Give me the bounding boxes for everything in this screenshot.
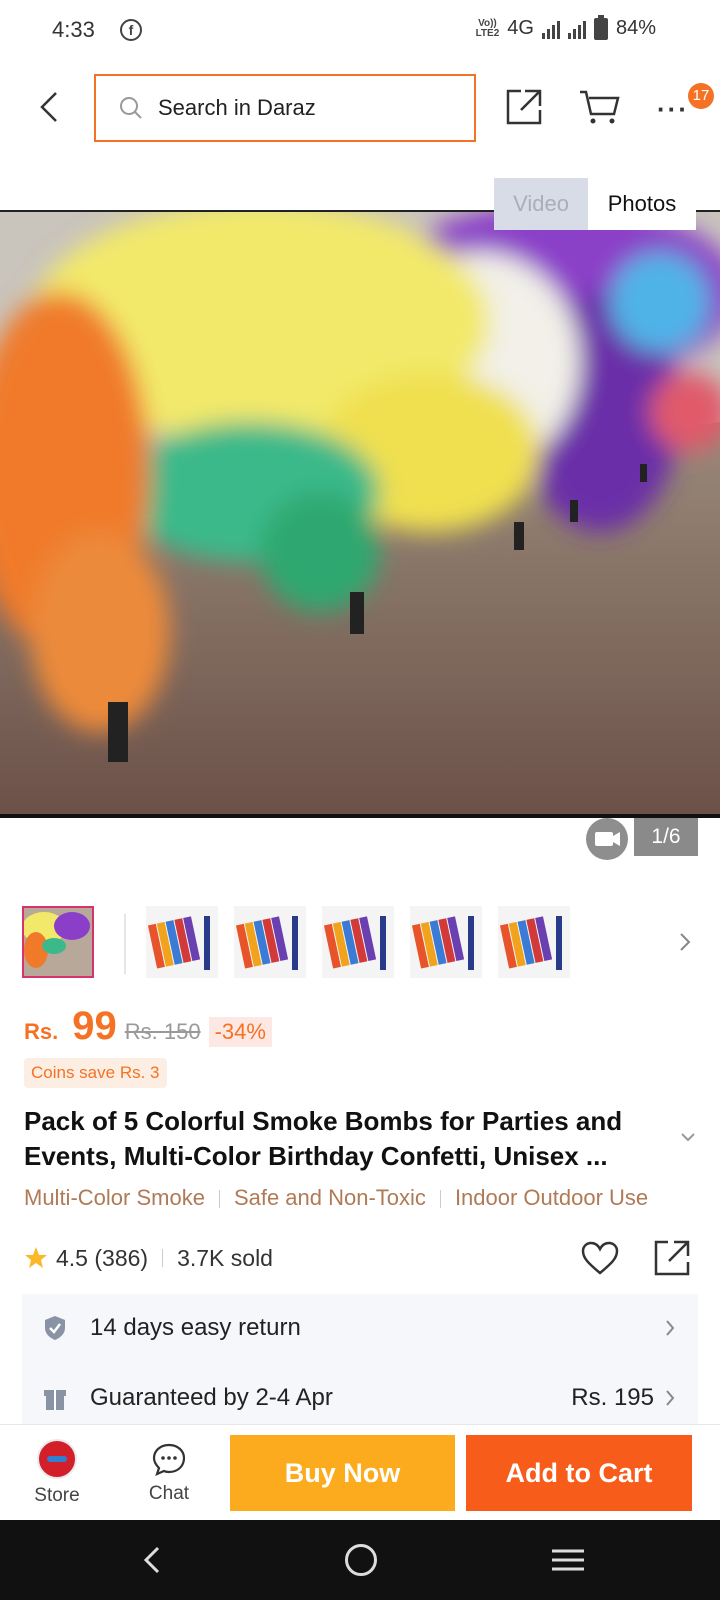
chat-label: Chat [148, 1483, 190, 1504]
tag-item[interactable]: Multi-Color Smoke [24, 1185, 205, 1210]
lte-label: LTE2 [475, 27, 500, 39]
chevron-down-icon[interactable] [678, 1130, 698, 1144]
bottom-action-bar: Store Chat Buy Now Add to Cart [0, 1424, 720, 1520]
rating-divider [162, 1249, 164, 1267]
rating-row[interactable]: 4.5 (386) 3.7K sold [24, 1238, 273, 1278]
nav-recents-icon[interactable] [552, 1548, 584, 1572]
original-price: Rs. 150 [124, 1019, 201, 1044]
product-image[interactable] [0, 210, 720, 818]
video-play-icon[interactable] [586, 818, 628, 860]
signal-icon-2 [567, 19, 586, 39]
image-counter: 1/6 [634, 818, 698, 856]
store-logo [37, 1439, 77, 1479]
network-type: 4G [507, 17, 534, 39]
back-icon[interactable] [36, 90, 64, 124]
chat-icon [152, 1443, 186, 1476]
thumbnail-divider [124, 914, 126, 974]
tag-divider [439, 1190, 441, 1209]
search-bar[interactable] [94, 74, 476, 142]
chat-button[interactable]: Chat [134, 1439, 204, 1505]
search-input[interactable] [158, 95, 438, 121]
facebook-icon: f [120, 19, 142, 41]
return-policy-text: 14 days easy return [90, 1314, 301, 1341]
rating-value: 4.5 [56, 1244, 88, 1271]
price-currency: Rs. [24, 1019, 59, 1044]
delivery-text: Guaranteed by 2-4 Apr [90, 1384, 333, 1411]
status-indicators: Vo)) LTE2 4G 84% [475, 14, 656, 40]
review-count: (386) [94, 1244, 149, 1271]
coins-badge[interactable]: Coins save Rs. 3 [24, 1058, 167, 1088]
thumbnail-6[interactable] [498, 906, 570, 978]
product-tags: Multi-Color Smoke Safe and Non-Toxic Indoo… [24, 1185, 700, 1219]
return-policy-row[interactable]: 14 days easy return [22, 1294, 698, 1362]
volte-label: Vo)) [478, 17, 497, 29]
smoke-bombs-photo [0, 212, 720, 814]
top-header: ··· 17 [0, 70, 720, 144]
thumbnail-2[interactable] [146, 906, 218, 978]
media-tabs: Video Photos [494, 178, 696, 230]
battery-level: 84% [615, 17, 656, 39]
price-row: Rs. 99 Rs. 150 -34% [24, 1004, 272, 1050]
more-icon[interactable]: ··· [657, 94, 689, 125]
search-icon [120, 97, 142, 119]
share-icon[interactable] [652, 1238, 692, 1278]
nav-back-icon[interactable] [140, 1544, 164, 1576]
store-button[interactable]: Store [22, 1439, 92, 1507]
delivery-fee-group: Rs. 195 [571, 1384, 676, 1412]
status-time: 4:33 [52, 17, 95, 42]
return-chevron [664, 1318, 676, 1338]
thumbnail-strip [22, 906, 698, 982]
gift-icon [44, 1390, 66, 1410]
chevron-right-icon [666, 1320, 675, 1336]
thumbnail-5[interactable] [410, 906, 482, 978]
sold-count: 3.7K sold [177, 1244, 273, 1271]
tag-item[interactable]: Indoor Outdoor Use [455, 1185, 648, 1210]
add-to-cart-button[interactable]: Add to Cart [466, 1435, 692, 1511]
cart-badge: 17 [688, 83, 714, 109]
volte-indicator: Vo)) LTE2 [475, 17, 500, 39]
discount-badge: -34% [208, 1017, 272, 1047]
star-icon [25, 1247, 47, 1268]
nav-home-icon[interactable] [345, 1544, 377, 1576]
tab-photos[interactable]: Photos [588, 178, 696, 230]
share-icon[interactable] [505, 88, 543, 126]
tag-divider [218, 1190, 220, 1209]
shield-icon [45, 1316, 65, 1340]
product-title[interactable]: Pack of 5 Colorful Smoke Bombs for Parti… [24, 1104, 674, 1174]
thumbnail-4[interactable] [322, 906, 394, 978]
thumbnail-1[interactable] [22, 906, 94, 978]
signal-icon [541, 19, 560, 39]
thumbnail-3[interactable] [234, 906, 306, 978]
battery-icon [593, 14, 608, 40]
tag-item[interactable]: Safe and Non-Toxic [234, 1185, 426, 1210]
tab-video[interactable]: Video [494, 178, 588, 230]
delivery-fee: Rs. 195 [571, 1384, 654, 1411]
chevron-right-icon[interactable] [676, 928, 694, 956]
service-info: 14 days easy return Guaranteed by 2-4 Ap… [22, 1294, 698, 1424]
chevron-right-icon [666, 1390, 675, 1406]
status-bar: 4:33 f Vo)) LTE2 4G 84% [0, 0, 720, 62]
heart-icon[interactable] [580, 1240, 620, 1276]
price: 99 [72, 1004, 117, 1048]
store-label: Store [34, 1485, 80, 1506]
delivery-row[interactable]: Guaranteed by 2-4 Apr Rs. 195 [22, 1364, 698, 1432]
buy-now-button[interactable]: Buy Now [230, 1435, 455, 1511]
cart-icon[interactable] [578, 88, 620, 126]
system-nav-bar [0, 1520, 720, 1600]
